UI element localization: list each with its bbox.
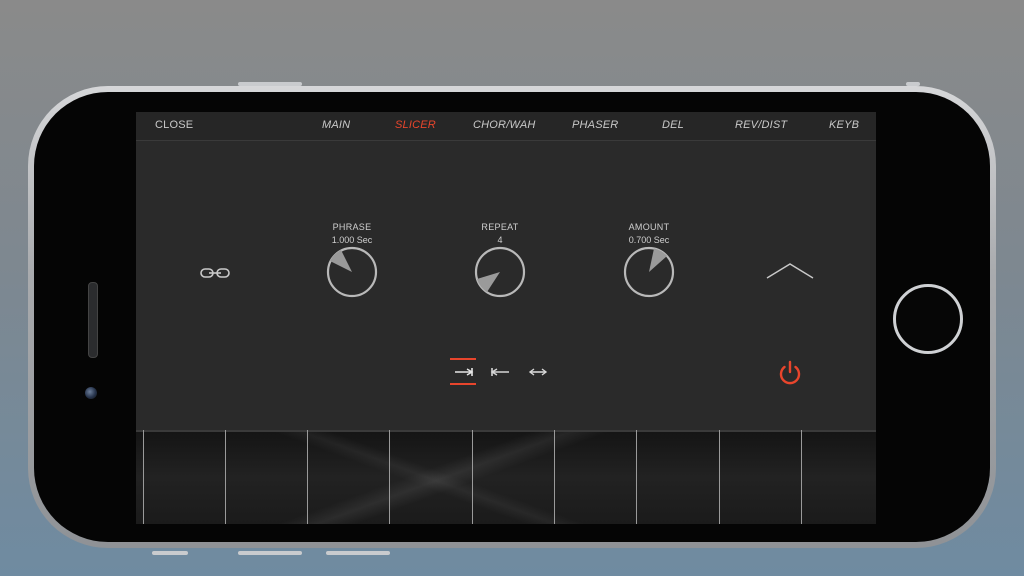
- tab-del[interactable]: DEL: [662, 119, 684, 131]
- power-icon[interactable]: [776, 359, 804, 387]
- phrase-knob[interactable]: [325, 245, 379, 299]
- arrow-both-icon[interactable]: [526, 364, 550, 378]
- tab-bar: CLOSE MAIN SLICER CHOR/WAH PHASER DEL RE…: [136, 112, 876, 141]
- chevron-up-icon[interactable]: [765, 262, 815, 280]
- repeat-value: 4: [497, 235, 503, 245]
- key-divider: [389, 430, 390, 524]
- earpiece-speaker: [88, 282, 98, 358]
- tab-chor-wah[interactable]: CHOR/WAH: [473, 119, 536, 131]
- keyboard[interactable]: [136, 430, 876, 524]
- key-divider: [554, 430, 555, 524]
- side-button-bottom-2: [238, 551, 302, 555]
- side-button-bottom-1: [152, 551, 188, 555]
- front-camera: [85, 387, 97, 399]
- tab-phaser[interactable]: PHASER: [572, 119, 618, 131]
- repeat-label: REPEAT: [481, 222, 519, 232]
- tab-slicer[interactable]: SLICER: [395, 119, 436, 131]
- app-screen: CLOSE MAIN SLICER CHOR/WAH PHASER DEL RE…: [136, 112, 876, 524]
- phrase-value: 1.000 Sec: [331, 235, 373, 245]
- keyboard-top-edge: [136, 430, 876, 432]
- key-divider: [307, 430, 308, 524]
- home-button[interactable]: [893, 284, 963, 354]
- arrow-right-icon[interactable]: [452, 364, 476, 378]
- direction-active-top-line: [450, 358, 476, 360]
- key-divider: [636, 430, 637, 524]
- tab-keyb[interactable]: KEYB: [829, 119, 859, 131]
- amount-value: 0.700 Sec: [628, 235, 670, 245]
- arrow-left-icon[interactable]: [488, 364, 512, 378]
- direction-active-bottom-line: [450, 383, 476, 385]
- key-divider: [801, 430, 802, 524]
- tab-rev-dist[interactable]: REV/DIST: [735, 119, 787, 131]
- amount-knob[interactable]: [622, 245, 676, 299]
- side-button-bottom-3: [326, 551, 390, 555]
- repeat-knob[interactable]: [473, 245, 527, 299]
- tab-main[interactable]: MAIN: [322, 119, 350, 131]
- phrase-label: PHRASE: [332, 222, 372, 232]
- link-icon[interactable]: [199, 266, 231, 280]
- key-divider: [719, 430, 720, 524]
- key-divider: [143, 430, 144, 524]
- amount-label: AMOUNT: [628, 222, 670, 232]
- close-button[interactable]: CLOSE: [155, 119, 193, 131]
- key-divider: [472, 430, 473, 524]
- key-divider: [225, 430, 226, 524]
